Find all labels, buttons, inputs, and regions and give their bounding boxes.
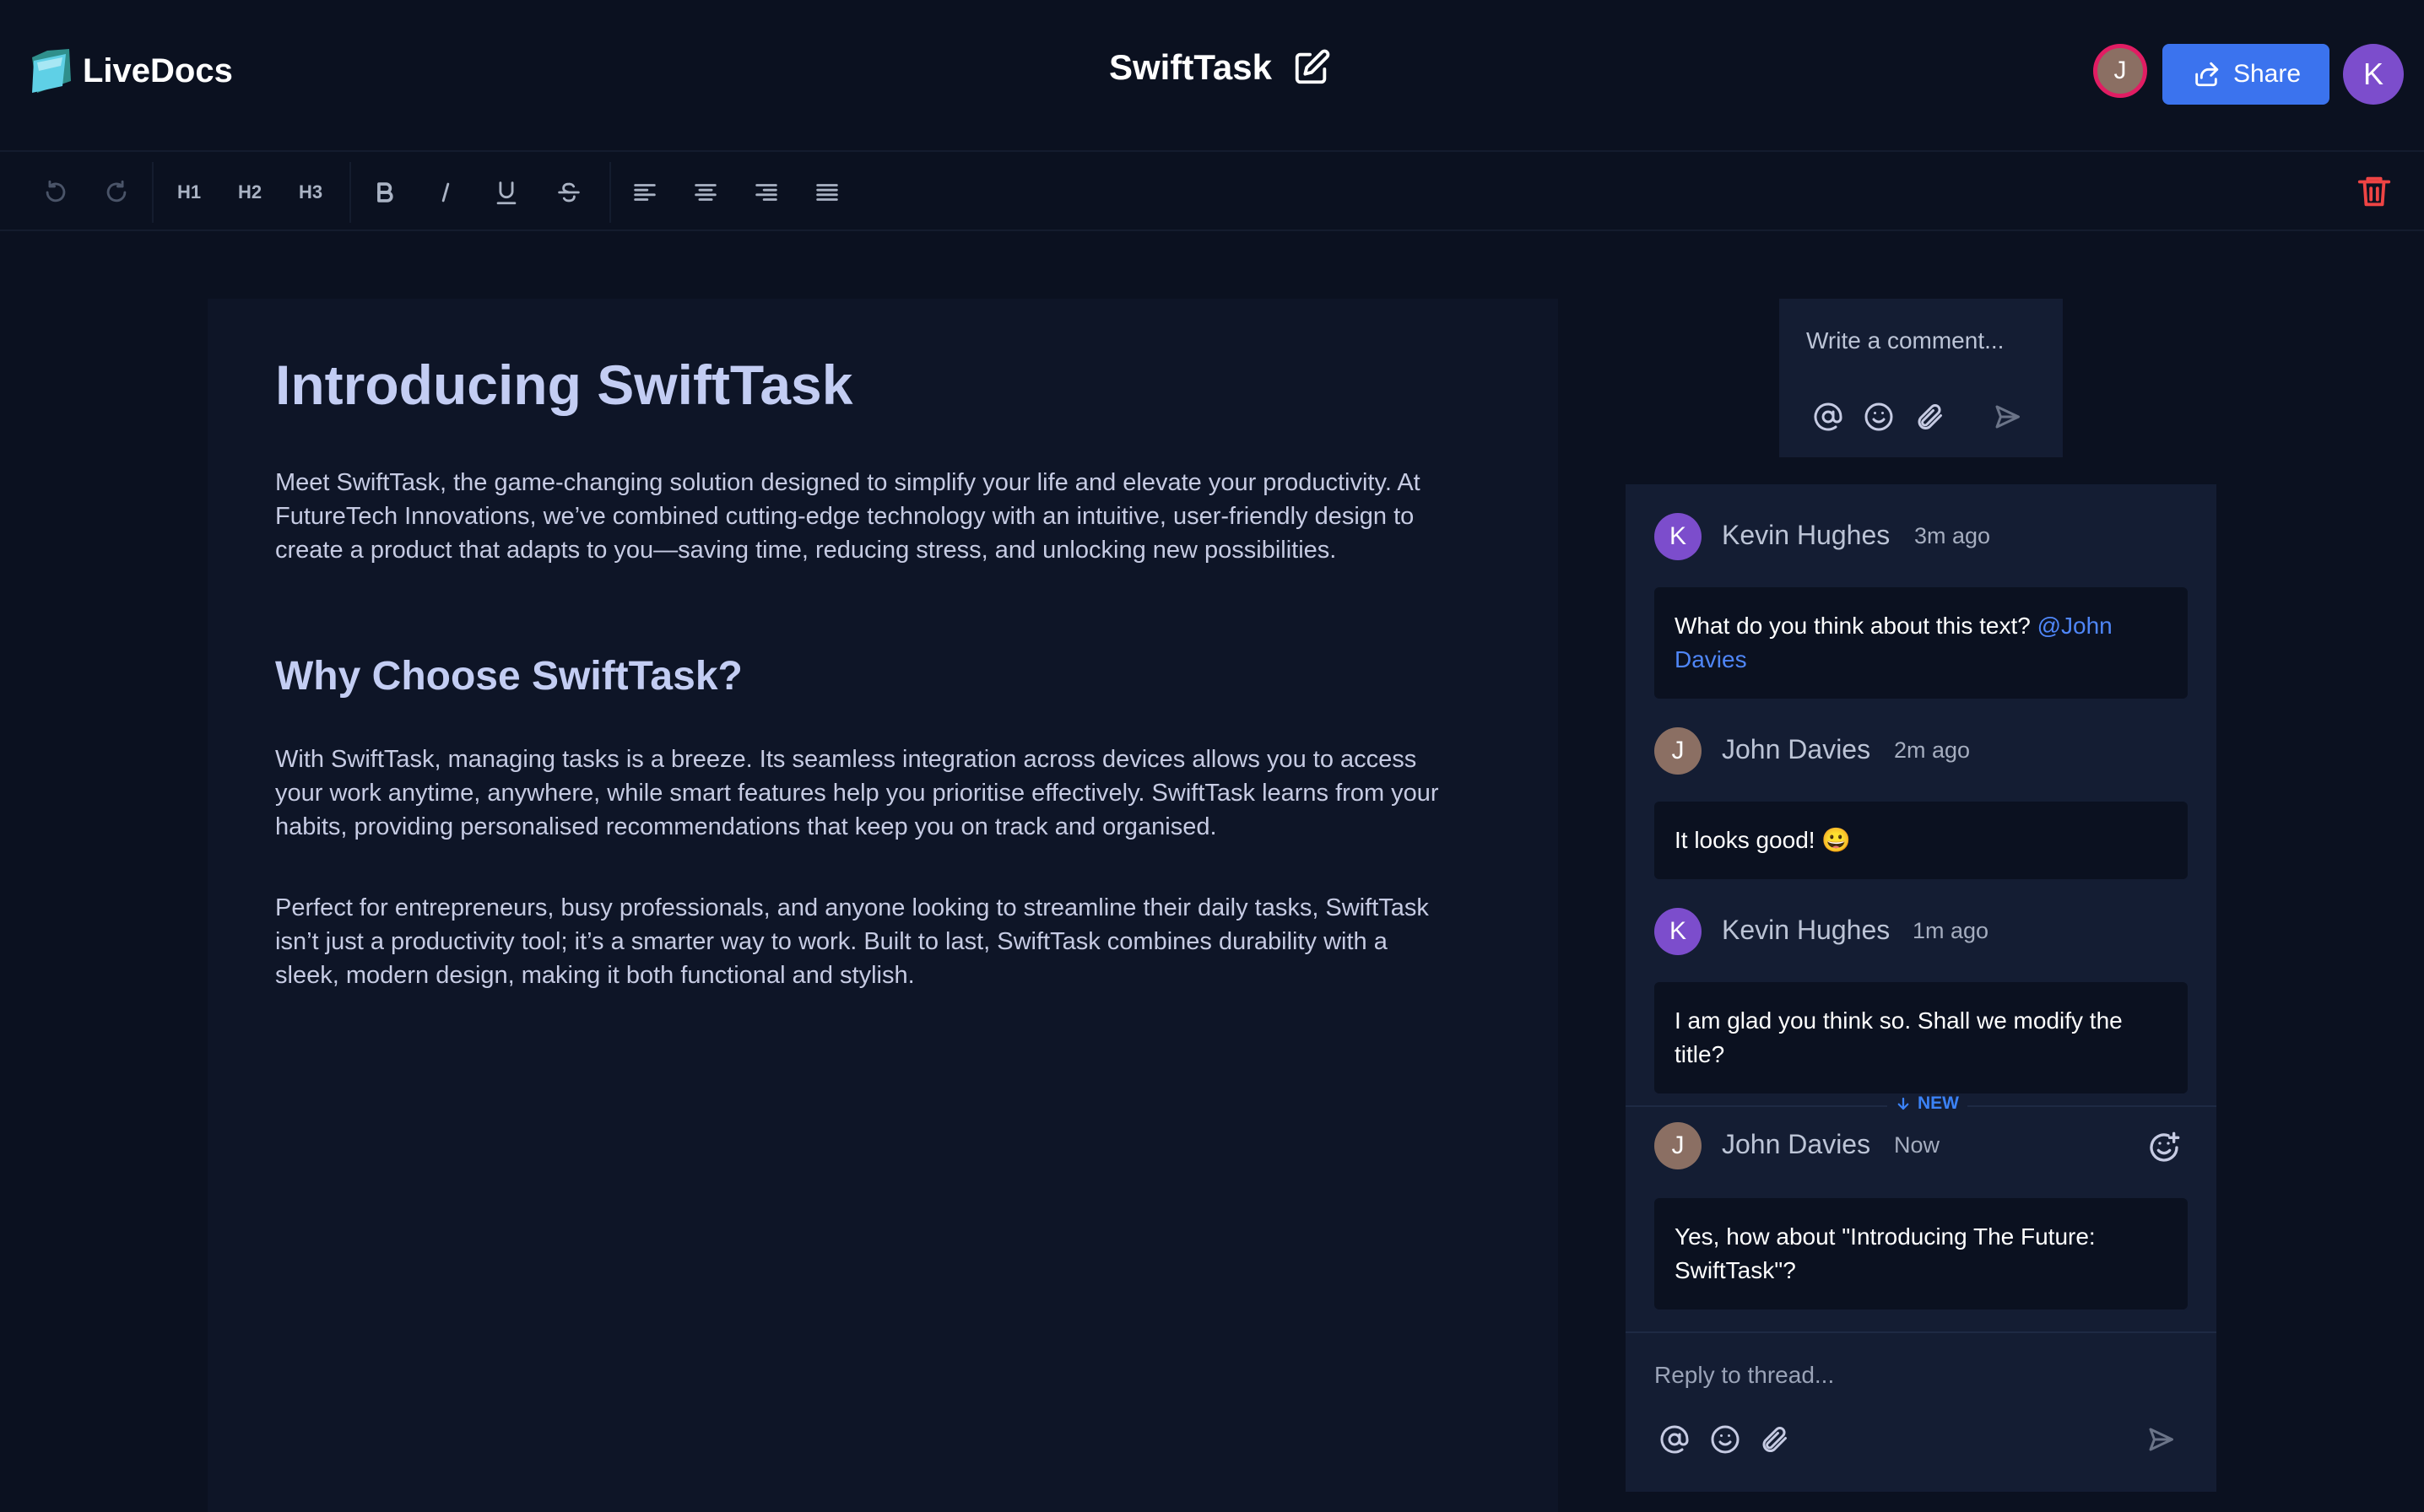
comment-time: 2m ago: [1894, 737, 1971, 763]
justify-button[interactable]: [805, 170, 849, 214]
delete-document-trash-icon[interactable]: [2355, 172, 2394, 211]
emoji-button[interactable]: [1862, 400, 1896, 434]
document-heading: Introducing SwiftTask: [275, 354, 853, 416]
edit-title-icon[interactable]: [1292, 48, 1331, 87]
arrow-down-icon: [1897, 1097, 1909, 1110]
send-reply-button[interactable]: [2144, 1423, 2178, 1456]
send-icon: [2149, 1428, 2173, 1451]
comment-time: 1m ago: [1913, 918, 1989, 943]
toolbar-divider: [152, 162, 154, 223]
comment-body: I am glad you think so. Shall we modify …: [1654, 982, 2188, 1094]
comment-time: Now: [1894, 1132, 1940, 1158]
justify-icon: [816, 184, 838, 201]
collaborator-avatar[interactable]: J: [2093, 44, 2147, 98]
at-icon: [1660, 1425, 1689, 1454]
comment-author: Kevin Hughes: [1722, 520, 1891, 550]
align-left-icon: [634, 184, 656, 201]
paperclip-icon: [1918, 403, 1942, 429]
comment-time: 3m ago: [1914, 523, 1991, 548]
app-name: LiveDocs: [83, 51, 233, 89]
share-button[interactable]: Share: [2162, 44, 2329, 105]
undo-button[interactable]: [34, 170, 78, 214]
body-paragraph-1: With SwiftTask, managing tasks is a bree…: [275, 746, 1439, 840]
heading-2-button[interactable]: H2: [228, 170, 272, 214]
folder-logo-icon: [32, 49, 71, 93]
strikethrough-button[interactable]: [547, 170, 591, 214]
mention-button[interactable]: [1811, 400, 1845, 434]
bold-button[interactable]: [363, 170, 407, 214]
align-center-button[interactable]: [684, 170, 728, 214]
smile-icon: [1864, 402, 1893, 431]
comment-author: John Davies: [1722, 1129, 1871, 1159]
toolbar-divider: [609, 162, 611, 223]
underline-button[interactable]: [484, 170, 528, 214]
add-reaction-icon[interactable]: [2147, 1131, 2181, 1164]
italic-button[interactable]: [424, 170, 468, 214]
strikethrough-icon: [558, 182, 580, 202]
reply-mention-button[interactable]: [1658, 1423, 1691, 1456]
comment-thread: K Kevin Hughes 3m ago What do you think …: [1626, 484, 2216, 1492]
comment-body: Yes, how about "Introducing The Future: …: [1654, 1198, 2188, 1310]
avatar: K: [1654, 908, 1702, 955]
comment-body: It looks good! 😀: [1654, 802, 2188, 879]
share-icon: [2195, 62, 2219, 87]
document-page[interactable]: Introducing SwiftTask Meet SwiftTask, th…: [208, 299, 1558, 1512]
bold-icon: [377, 182, 393, 202]
italic-icon: [441, 182, 450, 202]
reply-input[interactable]: Reply to thread...: [1654, 1362, 1834, 1389]
smile-icon: [1711, 1425, 1740, 1454]
document-title: SwiftTask: [1109, 47, 1272, 87]
user-avatar[interactable]: K: [2343, 44, 2404, 105]
comment-author: Kevin Hughes: [1722, 915, 1891, 945]
paperclip-icon: [1762, 1426, 1787, 1452]
avatar: J: [1654, 727, 1702, 775]
comment-body: What do you think about this text? @John…: [1654, 587, 2188, 699]
at-icon: [1814, 402, 1842, 431]
align-right-icon: [755, 184, 777, 201]
heading-1-button[interactable]: H1: [167, 170, 211, 214]
intro-paragraph: Meet SwiftTask, the game-changing soluti…: [275, 469, 1420, 564]
format-toolbar: H1 H2 H3: [0, 154, 2424, 231]
toolbar-divider: [349, 162, 351, 223]
new-label: NEW: [1918, 1094, 1959, 1113]
avatar: J: [1654, 1122, 1702, 1169]
avatar: K: [1654, 513, 1702, 560]
document-title-area: SwiftTask: [1109, 47, 1331, 88]
reply-emoji-button[interactable]: [1708, 1423, 1742, 1456]
heading-3-button[interactable]: H3: [289, 170, 333, 214]
brand[interactable]: LiveDocs: [29, 44, 233, 98]
send-comment-button[interactable]: [1990, 400, 2024, 434]
comment-author: John Davies: [1722, 734, 1871, 764]
document-subheading: Why Choose SwiftTask?: [275, 654, 743, 699]
reply-divider: [1626, 1331, 2216, 1333]
align-left-button[interactable]: [623, 170, 667, 214]
reply-attach-button[interactable]: [1757, 1423, 1791, 1456]
align-right-button[interactable]: [744, 170, 788, 214]
new-messages-badge: NEW: [1887, 1094, 1967, 1114]
body-paragraph-2: Perfect for entrepreneurs, busy professi…: [275, 894, 1429, 989]
send-icon: [1995, 405, 2020, 429]
comment-input[interactable]: Write a comment...: [1806, 327, 2004, 354]
undo-icon: [46, 180, 66, 202]
attach-button[interactable]: [1913, 400, 1946, 434]
underline-icon: [496, 181, 517, 205]
align-center-icon: [695, 184, 717, 201]
new-comment-box[interactable]: Write a comment...: [1779, 299, 2063, 457]
redo-button[interactable]: [95, 170, 138, 214]
comment-text: What do you think about this text?: [1675, 613, 2037, 639]
share-label: Share: [2232, 60, 2302, 88]
top-bar: LiveDocs SwiftTask J Share K: [0, 0, 2424, 152]
redo-icon: [106, 180, 127, 202]
